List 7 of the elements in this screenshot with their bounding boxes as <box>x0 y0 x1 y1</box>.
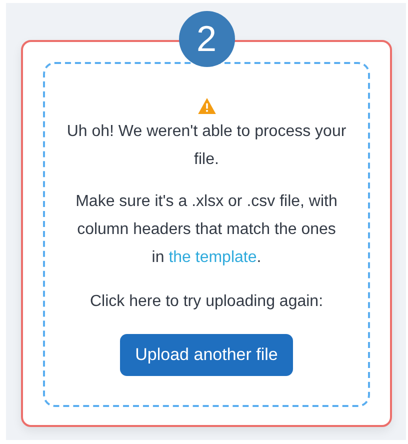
template-link[interactable]: the template <box>168 249 257 266</box>
warning-icon <box>198 98 216 114</box>
upload-button[interactable]: Upload another file <box>120 334 293 376</box>
error-message: Uh oh! We weren't able to process your file. <box>66 122 346 170</box>
file-hint: Make sure it's a .xlsx or .csv file, with column headers that match the ones in the template. <box>74 192 338 268</box>
step-badge: 2 <box>178 11 234 67</box>
retry-prompt: Click here to try uploading again: <box>88 292 324 312</box>
